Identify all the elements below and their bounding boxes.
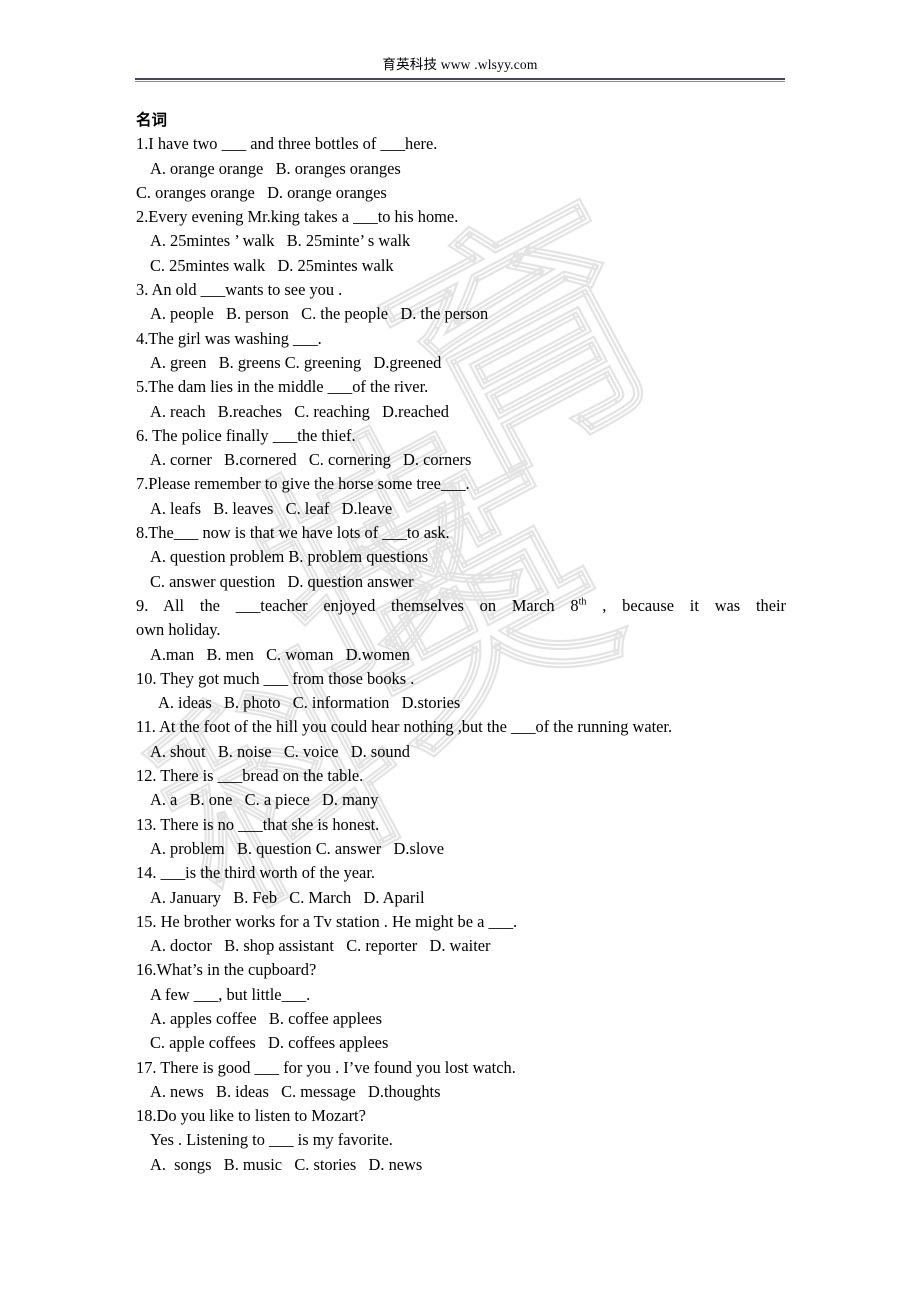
question-options-q1-line2: C. oranges orange D. orange oranges bbox=[136, 182, 387, 202]
question-options-q16-line2: C. apple coffees D. coffees applees bbox=[150, 1033, 389, 1053]
question-stem-q13: 13. There is no ___that she is honest. bbox=[136, 814, 380, 834]
question-substem-q18: Yes . Listening to ___ is my favorite. bbox=[150, 1130, 393, 1150]
question-options-q16-line1: A. apples coffee B. coffee applees bbox=[150, 1008, 382, 1028]
question-options-q14-line1: A. January B. Feb C. March D. Aparil bbox=[150, 887, 425, 907]
question-stem-q9-line2: own holiday. bbox=[136, 620, 221, 640]
question-stem-q5: 5.The dam lies in the middle ___of the r… bbox=[136, 377, 429, 397]
section-title: 名词 bbox=[136, 111, 168, 129]
question-options-q3-line1: A. people B. person C. the people D. the… bbox=[150, 304, 489, 324]
question-options-q17-line1: A. news B. ideas C. message D.thoughts bbox=[150, 1081, 441, 1101]
question-stem-q4: 4.The girl was washing ___. bbox=[136, 328, 322, 348]
question-options-q1-line1: A. orange orange B. oranges oranges bbox=[150, 158, 401, 178]
question-options-q9-line1: A.man B. men C. woman D.women bbox=[150, 644, 410, 664]
question-stem-q16: 16.What’s in the cupboard? bbox=[136, 960, 317, 980]
question-substem-q16: A few ___, but little___. bbox=[150, 984, 311, 1004]
question-stem-q9-line1: 9. All the ___teacher enjoyed themselves… bbox=[136, 594, 786, 618]
question-stem-q9-superscript: th bbox=[578, 596, 587, 608]
question-options-q2-line2: C. 25mintes walk D. 25mintes walk bbox=[150, 255, 394, 275]
header-divider bbox=[135, 78, 785, 82]
question-options-q2-line1: A. 25mintes ’ walk B. 25minte’ s walk bbox=[150, 231, 411, 251]
question-options-q4-line1: A. green B. greens C. greening D.greened bbox=[150, 352, 442, 372]
question-options-q8-line1: A. question problem B. problem questions bbox=[150, 547, 429, 567]
question-options-q5-line1: A. reach B.reaches C. reaching D.reached bbox=[150, 401, 449, 421]
question-stem-q17: 17. There is good ___ for you . I’ve fou… bbox=[136, 1057, 516, 1077]
question-options-q10-line1: A. ideas B. photo C. information D.stori… bbox=[158, 693, 461, 713]
question-stem-q9: 9. All the ___teacher enjoyed themselves… bbox=[136, 594, 786, 643]
question-options-q18-line1: A. songs B. music C. stories D. news bbox=[150, 1154, 423, 1174]
question-options-q15-line1: A. doctor B. shop assistant C. reporter … bbox=[150, 936, 491, 956]
question-options-q11-line1: A. shout B. noise C. voice D. sound bbox=[150, 741, 410, 761]
exercise-body: 名词 1.I have two ___ and three bottles of… bbox=[136, 108, 786, 1177]
question-stem-q10: 10. They got much ___ from those books . bbox=[136, 668, 415, 688]
question-options-q6-line1: A. corner B.cornered C. cornering D. cor… bbox=[150, 450, 472, 470]
question-stem-q14: 14. ___is the third worth of the year. bbox=[136, 863, 375, 883]
question-stem-q9-text-b: , because it was their bbox=[586, 595, 787, 615]
question-options-q13-line1: A. problem B. question C. answer D.slove bbox=[150, 838, 445, 858]
question-options-q12-line1: A. a B. one C. a piece D. many bbox=[150, 790, 379, 810]
question-stem-q8: 8.The___ now is that we have lots of ___… bbox=[136, 523, 450, 543]
question-stem-q7: 7.Please remember to give the horse some… bbox=[136, 474, 470, 494]
question-stem-q12: 12. There is ___bread on the table. bbox=[136, 766, 364, 786]
header-site-label: 育英科技 www .wlsyy.com bbox=[382, 57, 538, 72]
question-stem-q18: 18.Do you like to listen to Mozart? bbox=[136, 1106, 366, 1126]
question-stem-q9-text-a: 9. All the ___teacher enjoyed themselves… bbox=[136, 595, 579, 615]
question-stem-q3: 3. An old ___wants to see you . bbox=[136, 280, 343, 300]
page-header: 育英科技 www .wlsyy.com bbox=[135, 56, 785, 90]
question-options-q8-line2: C. answer question D. question answer bbox=[150, 571, 414, 591]
question-stem-q15: 15. He brother works for a Tv station . … bbox=[136, 911, 518, 931]
question-stem-q2: 2.Every evening Mr.king takes a ___to hi… bbox=[136, 207, 459, 227]
document-page: 育英科技 www .wlsyy.com 名词 1.I have two ___ … bbox=[0, 0, 920, 1302]
question-stem-q6: 6. The police finally ___the thief. bbox=[136, 425, 356, 445]
question-stem-q11: 11. At the foot of the hill you could he… bbox=[136, 717, 673, 737]
question-options-q7-line1: A. leafs B. leaves C. leaf D.leave bbox=[150, 498, 393, 518]
question-stem-q1: 1.I have two ___ and three bottles of __… bbox=[136, 134, 438, 154]
